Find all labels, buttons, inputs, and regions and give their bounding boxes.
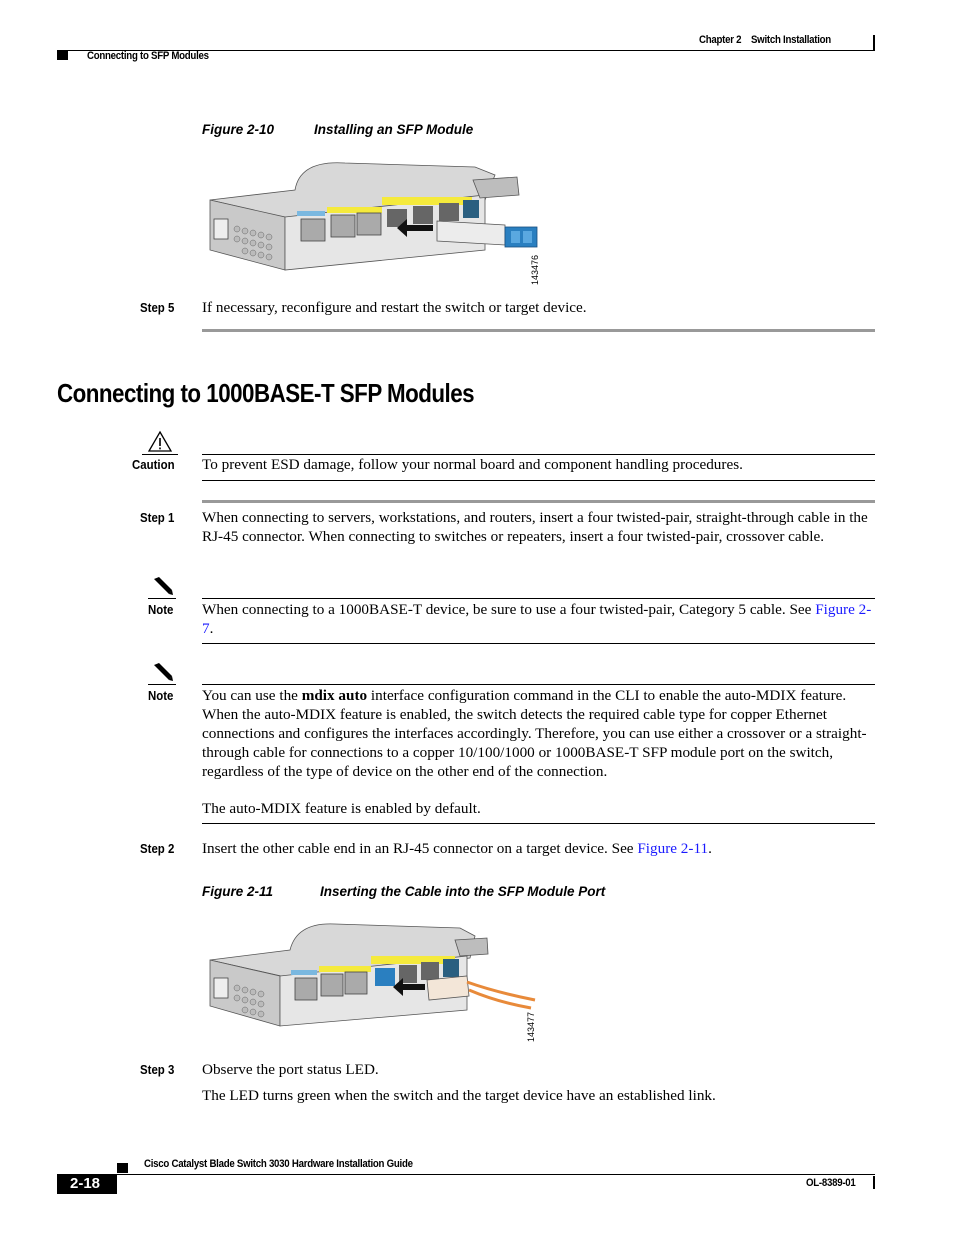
figure-2-10-caption: Figure 2-10 Installing an SFP Module [202,122,473,137]
console-label-strip [297,211,325,216]
step-2-body: Insert the other cable end in an RJ-45 c… [202,840,638,857]
note-1-tail: . [209,620,214,637]
cable-connector [426,975,470,1001]
top-bracket [454,937,489,957]
note-pencil-icon [148,577,176,599]
note-2-bottom-rule [202,823,875,824]
page-number: 2-18 [70,1175,101,1192]
sfp-slot-15x [439,203,459,221]
note-2-text-2: The auto-MDIX feature is enabled by defa… [202,800,481,817]
port-11x [330,214,356,238]
caution-bottom-rule [202,480,875,481]
note-1-top-rule [202,598,875,599]
figure-2-11-caption: Figure 2-11 Inserting the Cable into the … [202,884,605,899]
console-port [294,977,318,1001]
sfp-slot-14x [413,206,433,224]
step-3-text: Observe the port status LED. [202,1061,379,1078]
caution-icon [142,430,178,455]
step-5-text: If necessary, reconfigure and restart th… [202,299,587,316]
figure-2-10-illustration: 143476 [209,162,540,285]
footer-marker [117,1163,128,1173]
mdix-auto-command: mdix auto [301,687,368,704]
figure-2-11-illustration: 143477 [209,923,536,1042]
port-12x [356,212,382,236]
footer-right-bar [873,1176,875,1189]
step-1-text: When connecting to servers, workstations… [202,509,868,545]
step-5-label: Step 5 [140,300,175,315]
note-1-text: When connecting to a 1000BASE-T device, … [202,600,875,638]
port-label-strip-11-12 [319,966,371,972]
sfp-module-connector [504,226,538,248]
figure-image-id: 143476 [530,255,540,285]
step-2-tail: . [708,840,712,857]
chapter-number: Chapter 2 [699,34,742,46]
note-2-pre: You can use the [202,687,302,704]
console-label-strip [291,970,317,975]
procedure-end-rule [202,329,875,332]
header-chapter: Chapter 2 Switch Installation [699,34,831,46]
sfp-slot-16x [443,959,459,977]
footer-guide-title: Cisco Catalyst Blade Switch 3030 Hardwar… [144,1158,413,1170]
fiber-cable [466,980,536,1002]
port-label-strip-13-16 [371,956,455,964]
figure-title: Installing an SFP Module [314,122,474,137]
figure-2-11-link[interactable]: Figure 2-11 [637,840,708,857]
note-2-top-rule [202,684,875,685]
note-2-text: You can use the mdix auto interface conf… [202,686,878,781]
handle-icon [213,218,229,240]
note-1-body: When connecting to a 1000BASE-T device, … [202,601,816,618]
top-bracket [472,176,520,199]
step-1-label: Step 1 [140,510,175,525]
figure-title: Inserting the Cable into the SFP Module … [320,884,606,899]
caution-text: To prevent ESD damage, follow your norma… [202,456,743,473]
caution-label: Caution [132,457,175,472]
console-port [300,218,326,242]
section-title: Connecting to 1000BASE-T SFP Modules [57,378,475,408]
note-1-label: Note [148,602,174,617]
header-right-bar [873,35,875,50]
port-12x [344,971,368,995]
step-2-label: Step 2 [140,841,175,856]
footer-doc-id: OL-8389-01 [806,1177,856,1189]
figure-number: Figure 2-11 [202,884,274,899]
sfp-slot-13x-module [375,968,395,986]
footer-rule [117,1174,875,1175]
sfp-module [436,220,506,246]
step-3-text-2: The LED turns green when the switch and … [202,1087,716,1104]
sfp-slot-16x [463,200,479,218]
chapter-title: Switch Installation [750,34,831,46]
figure-image-id: 143477 [526,1012,536,1042]
step-2-text: Insert the other cable end in an RJ-45 c… [202,839,875,858]
step-3-label: Step 3 [140,1062,175,1077]
note-2-label: Note [148,688,174,703]
note-1-bottom-rule [202,643,875,644]
port-label-strip-11-12 [327,207,382,213]
procedure-start-rule [202,500,875,503]
header-section: Connecting to SFP Modules [87,50,209,62]
figure-number: Figure 2-10 [202,122,275,137]
port-11x [320,973,344,997]
handle-icon [213,977,229,999]
header-section-marker [57,50,68,60]
note-pencil-icon [148,663,176,685]
sfp-slot-15x [421,962,439,980]
